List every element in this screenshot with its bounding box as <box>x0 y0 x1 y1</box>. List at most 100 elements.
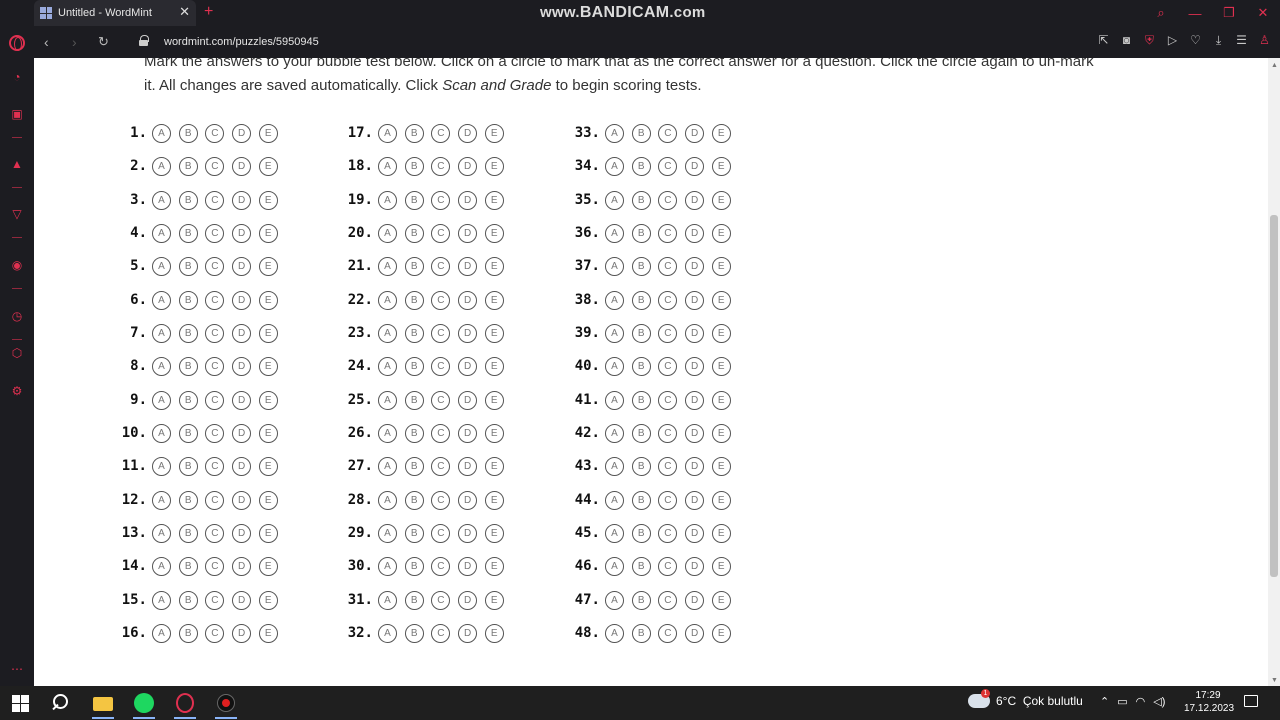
answer-bubble[interactable]: D <box>685 290 705 310</box>
answer-bubble[interactable]: C <box>431 456 451 476</box>
new-tab-button[interactable]: + <box>204 3 213 21</box>
answer-bubble[interactable]: B <box>631 123 651 143</box>
answer-bubble[interactable]: C <box>658 456 678 476</box>
answer-bubble[interactable]: C <box>205 123 225 143</box>
answer-bubble[interactable]: E <box>258 456 278 476</box>
answer-bubble[interactable]: A <box>605 390 624 410</box>
answer-bubble[interactable]: D <box>458 123 478 143</box>
answer-bubble[interactable]: E <box>711 123 731 143</box>
answer-bubble[interactable]: A <box>378 156 397 176</box>
answer-bubble[interactable]: D <box>458 490 478 510</box>
answer-bubble[interactable]: A <box>605 356 624 376</box>
answer-bubble[interactable]: B <box>631 156 651 176</box>
answer-bubble[interactable]: E <box>258 223 278 243</box>
answer-bubble[interactable]: A <box>378 356 397 376</box>
answer-bubble[interactable]: D <box>232 256 252 276</box>
scroll-up-arrow-icon[interactable]: ▲ <box>1271 62 1278 69</box>
answer-bubble[interactable]: E <box>258 356 278 376</box>
answer-bubble[interactable]: E <box>484 590 504 610</box>
answer-bubble[interactable]: C <box>658 556 678 576</box>
answer-bubble[interactable]: E <box>258 256 278 276</box>
file-explorer-icon[interactable] <box>92 692 114 714</box>
answer-bubble[interactable]: B <box>404 423 424 443</box>
answer-bubble[interactable]: C <box>205 623 225 643</box>
answer-bubble[interactable]: E <box>484 123 504 143</box>
answer-bubble[interactable]: A <box>152 356 171 376</box>
answer-bubble[interactable]: B <box>404 323 424 343</box>
answer-bubble[interactable]: E <box>711 390 731 410</box>
minimize-button[interactable]: — <box>1178 6 1212 21</box>
shopping-bag-icon[interactable]: ▣ <box>10 107 24 121</box>
answer-bubble[interactable]: B <box>404 623 424 643</box>
answer-bubble[interactable]: D <box>685 423 705 443</box>
answer-bubble[interactable]: D <box>232 490 252 510</box>
answer-bubble[interactable]: E <box>258 556 278 576</box>
answer-bubble[interactable]: C <box>205 490 225 510</box>
answer-bubble[interactable]: C <box>205 256 225 276</box>
answer-bubble[interactable]: E <box>258 390 278 410</box>
answer-bubble[interactable]: D <box>458 290 478 310</box>
answer-bubble[interactable]: A <box>605 590 624 610</box>
page-scrollbar[interactable]: ▲ ▼ <box>1268 58 1280 686</box>
answer-bubble[interactable]: B <box>404 523 424 543</box>
answer-bubble[interactable]: B <box>631 490 651 510</box>
answer-bubble[interactable]: C <box>431 490 451 510</box>
answer-bubble[interactable]: C <box>431 556 451 576</box>
snapshot-icon[interactable]: ◙ <box>1119 33 1134 48</box>
answer-bubble[interactable]: D <box>232 556 252 576</box>
answer-bubble[interactable]: B <box>404 123 424 143</box>
answer-bubble[interactable]: A <box>378 623 397 643</box>
answer-bubble[interactable]: C <box>205 390 225 410</box>
download-icon[interactable]: ⤓ <box>1211 33 1226 48</box>
answer-bubble[interactable]: E <box>711 423 731 443</box>
answer-bubble[interactable]: E <box>711 256 731 276</box>
answer-bubble[interactable]: D <box>685 223 705 243</box>
answer-bubble[interactable]: D <box>232 390 252 410</box>
forward-arrow-icon[interactable]: › <box>72 34 77 50</box>
answer-bubble[interactable]: B <box>178 356 198 376</box>
windows-start-icon[interactable] <box>10 692 32 714</box>
answer-bubble[interactable]: C <box>431 423 451 443</box>
battery-icon[interactable]: ▭ <box>1117 695 1127 708</box>
answer-bubble[interactable]: E <box>711 556 731 576</box>
search-icon[interactable] <box>50 692 72 714</box>
answer-bubble[interactable]: D <box>685 556 705 576</box>
answer-bubble[interactable]: D <box>685 590 705 610</box>
answer-bubble[interactable]: B <box>178 256 198 276</box>
player-icon[interactable]: ◉ <box>10 258 24 272</box>
answer-bubble[interactable]: D <box>232 456 252 476</box>
answer-bubble[interactable]: B <box>631 556 651 576</box>
easy-setup-icon[interactable]: ☰ <box>1234 33 1249 48</box>
answer-bubble[interactable]: A <box>152 456 171 476</box>
notifications-icon[interactable] <box>1244 695 1258 707</box>
answer-bubble[interactable]: E <box>484 356 504 376</box>
scroll-down-arrow-icon[interactable]: ▼ <box>1271 677 1278 684</box>
answer-bubble[interactable]: D <box>458 156 478 176</box>
answer-bubble[interactable]: C <box>431 156 451 176</box>
answer-bubble[interactable]: B <box>631 223 651 243</box>
answer-bubble[interactable]: C <box>205 223 225 243</box>
answer-bubble[interactable]: C <box>205 590 225 610</box>
answer-bubble[interactable]: D <box>458 556 478 576</box>
more-dots-icon[interactable]: ⋯ <box>10 662 24 676</box>
answer-bubble[interactable]: C <box>658 290 678 310</box>
answer-bubble[interactable]: C <box>658 123 678 143</box>
answer-bubble[interactable]: A <box>605 290 624 310</box>
answer-bubble[interactable]: C <box>205 456 225 476</box>
answer-bubble[interactable]: B <box>178 523 198 543</box>
answer-bubble[interactable]: C <box>431 290 451 310</box>
answer-bubble[interactable]: B <box>178 323 198 343</box>
answer-bubble[interactable]: D <box>458 223 478 243</box>
answer-bubble[interactable]: E <box>484 456 504 476</box>
answer-bubble[interactable]: B <box>178 123 198 143</box>
reload-icon[interactable]: ↻ <box>98 34 109 50</box>
answer-bubble[interactable]: D <box>232 590 252 610</box>
answer-bubble[interactable]: C <box>658 523 678 543</box>
answer-bubble[interactable]: A <box>605 256 624 276</box>
answer-bubble[interactable]: A <box>378 390 397 410</box>
answer-bubble[interactable]: D <box>685 623 705 643</box>
answer-bubble[interactable]: A <box>152 190 171 210</box>
answer-bubble[interactable]: E <box>258 523 278 543</box>
vivaldi-like-icon[interactable]: ▽ <box>10 207 24 221</box>
answer-bubble[interactable]: C <box>658 256 678 276</box>
